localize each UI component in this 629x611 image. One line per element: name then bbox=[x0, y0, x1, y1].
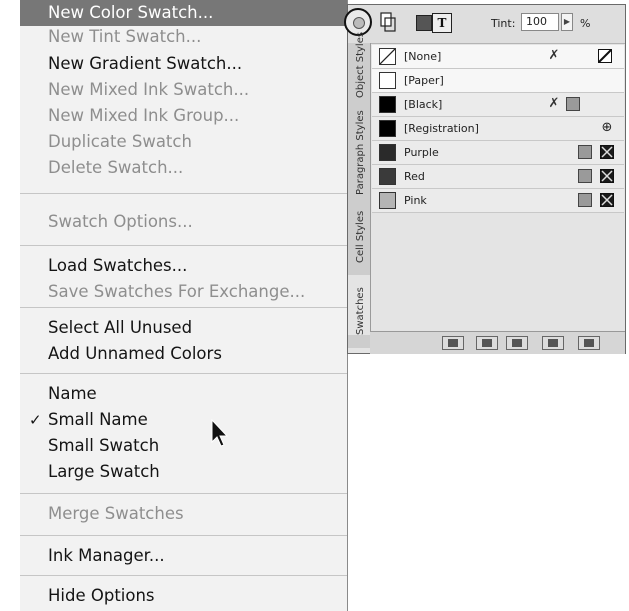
checkmark-icon: ✓ bbox=[29, 411, 42, 429]
menu-item-view-small-swatch[interactable]: Small Swatch bbox=[20, 433, 347, 459]
process-color-icon bbox=[600, 145, 614, 159]
tint-slider-arrow-icon[interactable]: ▶ bbox=[561, 13, 573, 31]
menu-item-hide-options[interactable]: Hide Options bbox=[20, 583, 347, 609]
show-gradient-swatches-icon[interactable] bbox=[506, 336, 528, 350]
panel-tab-strip: Object Styles Paragraph Styles Cell Styl… bbox=[348, 32, 371, 348]
mouse-pointer-icon bbox=[211, 418, 229, 447]
swatch-row-purple[interactable]: Purple bbox=[372, 141, 624, 165]
tint-label: Tint: bbox=[491, 17, 516, 30]
swatch-chip bbox=[379, 72, 396, 89]
cmyk-mode-icon bbox=[578, 145, 592, 159]
menu-item-swatch-options: Swatch Options... bbox=[48, 212, 193, 231]
cmyk-mode-icon bbox=[578, 193, 592, 207]
swatch-name: [Registration] bbox=[404, 122, 479, 135]
menu-item-add-unnamed-colors[interactable]: Add Unnamed Colors bbox=[20, 341, 347, 367]
menu-item-view-name[interactable]: Name bbox=[20, 381, 347, 407]
swatch-chip bbox=[379, 192, 396, 209]
swatch-chip bbox=[379, 96, 396, 113]
menu-item-load-swatches[interactable]: Load Swatches... bbox=[20, 253, 347, 279]
menu-separator bbox=[20, 575, 347, 576]
formatting-text-icon[interactable]: T bbox=[432, 13, 452, 33]
menu-separator bbox=[20, 193, 347, 194]
menu-separator bbox=[20, 373, 347, 374]
swatch-name: Purple bbox=[404, 146, 439, 159]
menu-item-view-small-name[interactable]: ✓ Small Name bbox=[20, 407, 347, 433]
show-color-swatches-icon[interactable] bbox=[476, 336, 498, 350]
panel-footer bbox=[370, 331, 625, 354]
swatch-name: Red bbox=[404, 170, 425, 183]
non-editable-icon: ✗ bbox=[548, 96, 560, 111]
swatch-row-black[interactable]: [Black] ✗ bbox=[372, 93, 624, 117]
menu-item-new-mixed-ink-group: New Mixed Ink Group... bbox=[48, 106, 240, 125]
swatch-row-pink[interactable]: Pink bbox=[372, 189, 624, 213]
swatch-row-registration[interactable]: [Registration] ⊕ bbox=[372, 117, 624, 141]
menu-item-save-swatches-for-exchange: Save Swatches For Exchange... bbox=[48, 282, 306, 301]
panel-toolbar: T Tint: 100 ▶ % bbox=[344, 5, 625, 44]
formatting-container-icon[interactable] bbox=[416, 15, 432, 31]
tint-percent-label: % bbox=[580, 17, 591, 30]
menu-item-new-tint-swatch: New Tint Swatch... bbox=[48, 27, 202, 46]
swatch-row-none[interactable]: [None] ✗ bbox=[372, 45, 624, 69]
tint-input[interactable]: 100 bbox=[521, 13, 559, 31]
menu-separator bbox=[20, 245, 347, 246]
swatch-chip bbox=[379, 48, 396, 65]
swatches-panel: T Tint: 100 ▶ % Object Styles Paragraph … bbox=[344, 4, 626, 354]
process-color-icon bbox=[600, 193, 614, 207]
swatch-name: Pink bbox=[404, 194, 427, 207]
swatch-name: [Paper] bbox=[404, 74, 444, 87]
swatches-panel-menu: New Color Swatch... New Tint Swatch... N… bbox=[20, 0, 348, 611]
swatch-row-paper[interactable]: [Paper] bbox=[372, 69, 624, 93]
tab-object-styles[interactable]: Object Styles bbox=[348, 32, 370, 98]
tab-paragraph-styles[interactable]: Paragraph Styles bbox=[348, 110, 370, 195]
show-all-swatches-icon[interactable] bbox=[442, 336, 464, 350]
tab-cell-styles[interactable]: Cell Styles bbox=[348, 203, 370, 263]
cmyk-mode-icon bbox=[566, 97, 580, 111]
menu-item-new-gradient-swatch[interactable]: New Gradient Swatch... bbox=[20, 51, 347, 77]
menu-item-new-mixed-ink-swatch: New Mixed Ink Swatch... bbox=[48, 80, 250, 99]
menu-item-duplicate-swatch: Duplicate Swatch bbox=[48, 132, 192, 151]
delete-swatch-icon[interactable] bbox=[578, 336, 600, 350]
menu-item-new-color-swatch[interactable]: New Color Swatch... bbox=[20, 0, 347, 26]
swatch-name: [None] bbox=[404, 50, 442, 63]
menu-separator bbox=[20, 307, 347, 308]
non-editable-icon: ✗ bbox=[548, 48, 560, 63]
swatch-chip bbox=[379, 120, 396, 137]
menu-item-view-large-swatch[interactable]: Large Swatch bbox=[20, 459, 347, 485]
new-swatch-icon[interactable] bbox=[542, 336, 564, 350]
fill-stroke-icon[interactable] bbox=[380, 12, 396, 32]
menu-item-merge-swatches: Merge Swatches bbox=[48, 504, 184, 523]
menu-separator bbox=[20, 493, 347, 494]
menu-item-label: Small Name bbox=[48, 410, 148, 429]
swatch-name: [Black] bbox=[404, 98, 443, 111]
tab-swatches[interactable]: Swatches bbox=[348, 275, 370, 335]
menu-item-delete-swatch: Delete Swatch... bbox=[48, 158, 184, 177]
menu-separator bbox=[20, 535, 347, 536]
registration-icon: ⊕ bbox=[601, 120, 613, 135]
swatch-chip bbox=[379, 168, 396, 185]
process-color-icon bbox=[600, 169, 614, 183]
cmyk-mode-icon bbox=[578, 169, 592, 183]
none-color-icon bbox=[598, 49, 612, 63]
menu-item-select-all-unused[interactable]: Select All Unused bbox=[20, 315, 347, 341]
swatch-row-red[interactable]: Red bbox=[372, 165, 624, 189]
swatch-chip bbox=[379, 144, 396, 161]
menu-item-ink-manager[interactable]: Ink Manager... bbox=[20, 543, 347, 569]
